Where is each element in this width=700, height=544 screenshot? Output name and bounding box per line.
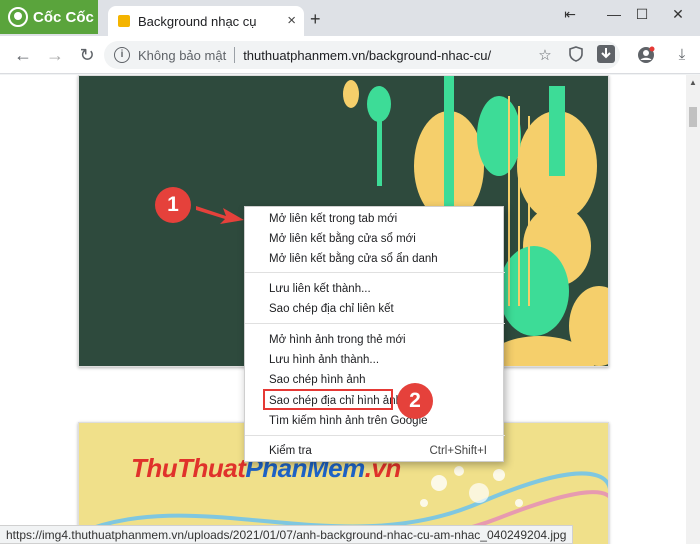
step-badge-1: 1 — [155, 187, 191, 223]
inspect-label: Kiểm tra — [269, 445, 312, 457]
menu-divider — [245, 435, 505, 436]
star-icon[interactable]: ☆ — [535, 46, 555, 66]
tab-strip: Cốc Cốc Background nhạc cụ × + ⇤ — ☐ ✕ — [0, 0, 700, 36]
tab-active[interactable]: Background nhạc cụ × — [108, 6, 304, 36]
vertical-scrollbar[interactable]: ▲ — [686, 75, 700, 544]
browser-brand-button[interactable]: Cốc Cốc — [0, 0, 98, 34]
close-tab-icon[interactable]: × — [287, 12, 296, 29]
restore-sidebar-button[interactable]: ⇤ — [548, 6, 592, 23]
close-window-button[interactable]: ✕ — [656, 6, 700, 23]
step-badge-2: 2 — [397, 383, 433, 419]
menu-divider — [245, 272, 505, 273]
menu-item-copy-link-address[interactable]: Sao chép địa chỉ liên kết — [245, 299, 505, 319]
status-bar-url: https://img4.thuthuatphanmem.vn/uploads/… — [0, 525, 574, 544]
toolbar: ← → ↻ i Không bảo mật thuthuatphanmem.vn… — [0, 36, 700, 74]
url-text[interactable]: thuthuatphanmem.vn/background-nhac-cu/ — [243, 48, 491, 63]
reload-icon[interactable]: ↻ — [76, 44, 98, 66]
menu-item-search-image-google[interactable]: Tìm kiếm hình ảnh trên Google — [245, 411, 505, 431]
context-menu: Mở liên kết trong tab mới Mở liên kết bằ… — [244, 206, 505, 462]
info-icon[interactable]: i — [114, 47, 130, 63]
highlight-box — [263, 389, 393, 410]
menu-item-open-image-new-tab[interactable]: Mở hình ảnh trong thẻ mới — [245, 330, 505, 350]
back-icon[interactable]: ← — [12, 44, 34, 66]
account-icon[interactable] — [636, 46, 656, 66]
arrow-icon — [196, 206, 244, 224]
inspect-shortcut: Ctrl+Shift+I — [429, 445, 487, 457]
menu-divider — [245, 323, 505, 324]
menu-item-open-link-new-tab[interactable]: Mở liên kết trong tab mới — [245, 209, 505, 229]
download-box-icon[interactable] — [596, 44, 616, 64]
menu-item-open-link-new-window[interactable]: Mở liên kết bằng cửa sổ mới — [245, 229, 505, 249]
download-icon[interactable]: ⤓ — [672, 46, 692, 66]
menu-item-save-link-as[interactable]: Lưu liên kết thành... — [245, 279, 505, 299]
brand-label: Cốc Cốc — [33, 8, 94, 26]
watermark-part1: ThuThuat — [131, 453, 246, 483]
favicon-icon — [118, 15, 130, 27]
coccoc-logo-icon — [8, 7, 28, 27]
menu-item-inspect[interactable]: Kiểm tra Ctrl+Shift+I — [245, 441, 505, 461]
menu-item-copy-image[interactable]: Sao chép hình ảnh — [245, 370, 505, 390]
forward-icon[interactable]: → — [44, 44, 66, 66]
scroll-thumb[interactable] — [689, 107, 697, 127]
scroll-up-icon[interactable]: ▲ — [689, 78, 697, 87]
new-tab-button[interactable]: + — [310, 9, 321, 30]
tab-title: Background nhạc cụ — [138, 13, 257, 29]
omnibox-divider — [234, 47, 236, 63]
menu-item-open-link-incognito[interactable]: Mở liên kết bằng cửa sổ ẩn danh — [245, 249, 505, 269]
menu-item-save-image-as[interactable]: Lưu hình ảnh thành... — [245, 350, 505, 370]
security-label[interactable]: Không bảo mật — [138, 48, 226, 63]
shield-icon[interactable] — [566, 46, 586, 66]
